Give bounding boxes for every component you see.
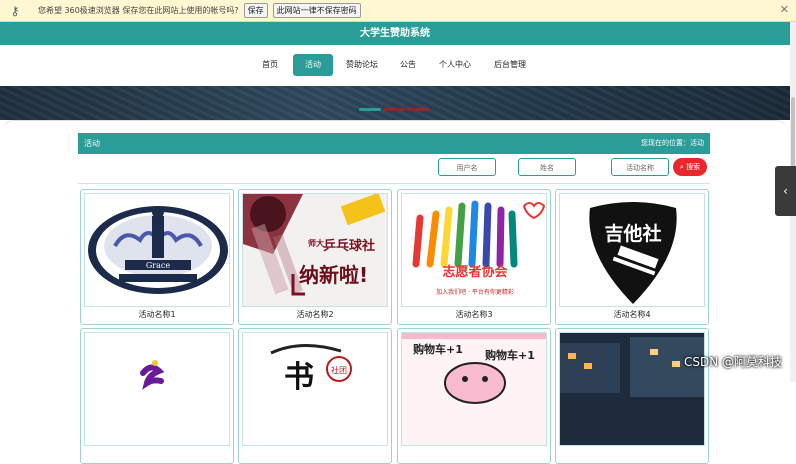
nav-item-profile[interactable]: 个人中心 bbox=[432, 54, 478, 76]
activity-image: 购物车+1 购物车+1 bbox=[401, 332, 547, 446]
chevron-left-icon: ‹ bbox=[783, 184, 788, 198]
activity-image: 吉他社 bbox=[559, 193, 705, 307]
search-icon: ⌕ bbox=[679, 163, 684, 171]
nav-item-notice[interactable]: 公告 bbox=[393, 54, 423, 76]
activity-card[interactable] bbox=[80, 328, 234, 464]
search-button-label: 搜索 bbox=[686, 163, 701, 171]
username-input[interactable]: 用户名 bbox=[438, 158, 496, 176]
activity-name-input[interactable]: 活动名称 bbox=[611, 158, 669, 176]
side-panel-toggle[interactable]: ‹ bbox=[775, 166, 796, 216]
name-input[interactable]: 姓名 bbox=[518, 158, 576, 176]
banner-carousel bbox=[0, 86, 790, 120]
nav-item-home[interactable]: 首页 bbox=[255, 54, 285, 76]
csdn-watermark: CSDN @阿莫科技 bbox=[683, 355, 782, 369]
activity-caption: 活动名称1 bbox=[138, 310, 176, 319]
volunteer-slogan: 加入我们吧 · 平台有你更精彩 bbox=[436, 288, 514, 296]
activity-image: 师大 乒乓球社 纳新啦! bbox=[242, 193, 388, 307]
guitar-club-title: 吉他社 bbox=[604, 222, 661, 245]
carousel-dot-3[interactable] bbox=[407, 108, 429, 111]
activity-card[interactable] bbox=[555, 328, 709, 464]
activity-card[interactable]: 志愿者协会 加入我们吧 · 平台有你更精彩 活动名称3 bbox=[397, 189, 551, 325]
activity-caption: 活动名称3 bbox=[455, 310, 493, 319]
key-icon: ⚷ bbox=[10, 3, 20, 18]
grace-label: Grace bbox=[146, 261, 170, 270]
activity-image bbox=[84, 332, 230, 446]
recruit-slogan: 纳新啦! bbox=[299, 263, 368, 287]
breadcrumb: 您现在的位置：活动 bbox=[641, 139, 704, 147]
activity-card[interactable]: 吉他社 活动名称4 bbox=[555, 189, 709, 325]
calligraphy-char: 书 bbox=[284, 360, 314, 395]
nav-item-forum[interactable]: 赞助论坛 bbox=[341, 54, 383, 76]
never-save-button[interactable]: 此网站一律不保存密码 bbox=[272, 3, 361, 18]
activity-image: 志愿者协会 加入我们吧 · 平台有你更精彩 bbox=[401, 193, 547, 307]
site-title: 大学生赞助系统 bbox=[0, 22, 790, 45]
cart-text-2: 购物车+1 bbox=[485, 348, 535, 362]
save-password-button[interactable]: 保存 bbox=[243, 3, 268, 18]
carousel-indicators bbox=[359, 108, 429, 111]
close-icon[interactable]: ✕ bbox=[780, 3, 789, 16]
activity-card[interactable]: 购物车+1 购物车+1 bbox=[397, 328, 551, 464]
carousel-dot-1[interactable] bbox=[359, 108, 381, 111]
section-header: 活动 您现在的位置：活动 bbox=[78, 133, 710, 154]
activity-caption: 活动名称4 bbox=[613, 310, 651, 319]
school-short: 师大 bbox=[308, 238, 324, 248]
club-name: 乒乓球社 bbox=[323, 238, 375, 254]
activity-card[interactable]: 师大 乒乓球社 纳新啦! 活动名称2 bbox=[238, 189, 392, 325]
divider bbox=[78, 183, 710, 184]
activity-image: Grace bbox=[84, 193, 230, 307]
search-button[interactable]: ⌕ 搜索 bbox=[673, 158, 707, 176]
cart-text-1: 购物车+1 bbox=[413, 342, 463, 356]
activity-caption: 活动名称2 bbox=[296, 310, 334, 319]
activity-image: 书 社团 bbox=[242, 332, 388, 446]
activity-card[interactable]: 书 社团 bbox=[238, 328, 392, 464]
club-seal: 社团 bbox=[331, 365, 347, 375]
section-title: 活动 bbox=[84, 139, 100, 148]
volunteer-title: 志愿者协会 bbox=[442, 264, 508, 280]
password-save-bar: ⚷ 您希望 360极速浏览器 保存您在此网站上使用的帐号吗? 保存 此网站一律不… bbox=[0, 0, 796, 22]
carousel-dot-2[interactable] bbox=[383, 108, 405, 111]
activity-image bbox=[559, 332, 705, 446]
nav-item-admin[interactable]: 后台管理 bbox=[487, 54, 533, 76]
main-nav: 首页 活动 赞助论坛 公告 个人中心 后台管理 bbox=[0, 45, 790, 86]
nav-item-activities[interactable]: 活动 bbox=[293, 54, 333, 76]
activity-card[interactable]: Grace 活动名称1 bbox=[80, 189, 234, 325]
password-save-message: 您希望 360极速浏览器 保存您在此网站上使用的帐号吗? bbox=[38, 6, 239, 15]
